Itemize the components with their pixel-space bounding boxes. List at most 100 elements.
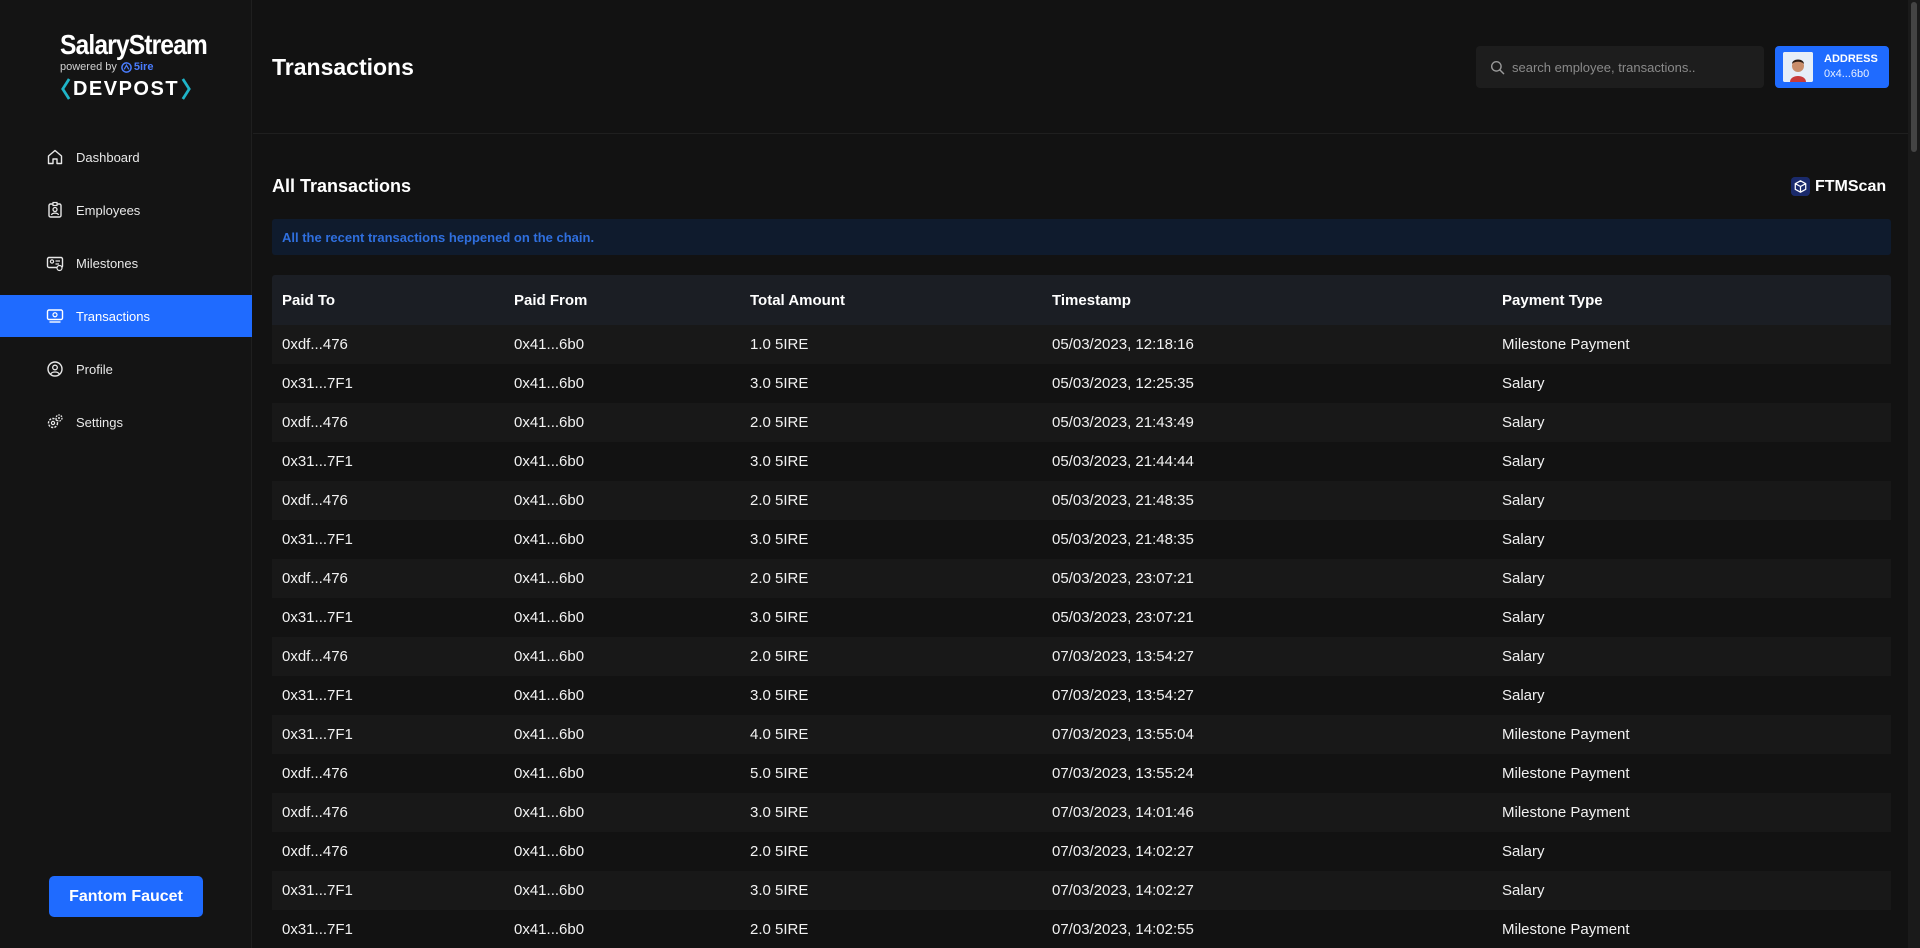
page-scrollbar[interactable] (1908, 0, 1920, 948)
table-row[interactable]: 0x31...7F1 0x41...6b0 3.0 5IRE 05/03/2023, … (272, 442, 1891, 481)
cell-total-amount: 2.0 5IRE (750, 648, 809, 665)
sidebar-item-transactions[interactable]: Transactions (0, 295, 252, 337)
table-row[interactable]: 0xdf...476 0x41...6b0 2.0 5IRE 07/03/2023, … (272, 637, 1891, 676)
address-label: ADDRESS (1824, 53, 1878, 65)
cell-paid-to: 0x31...7F1 (282, 609, 353, 626)
cell-paid-to: 0x31...7F1 (282, 531, 353, 548)
sidebar-nav: Dashboard Employees Milestones Transacti… (0, 136, 252, 454)
table-row[interactable]: 0xdf...476 0x41...6b0 1.0 5IRE 05/03/2023, … (272, 325, 1891, 364)
cell-paid-to: 0xdf...476 (282, 804, 348, 821)
column-header-total-amount[interactable]: Total Amount (740, 292, 1042, 309)
fantom-faucet-button[interactable]: Fantom Faucet (49, 876, 203, 917)
table-row[interactable]: 0xdf...476 0x41...6b0 2.0 5IRE 05/03/2023, … (272, 559, 1891, 598)
table-row[interactable]: 0x31...7F1 0x41...6b0 3.0 5IRE 07/03/2023, … (272, 871, 1891, 910)
column-header-timestamp[interactable]: Timestamp (1042, 292, 1492, 309)
sidebar-item-label: Settings (76, 414, 123, 430)
table-body: 0xdf...476 0x41...6b0 1.0 5IRE 05/03/2023, … (272, 325, 1891, 948)
cell-paid-from: 0x41...6b0 (514, 726, 585, 743)
sidebar-item-label: Profile (76, 361, 113, 377)
cell-paid-to: 0xdf...476 (282, 336, 348, 353)
cell-timestamp: 07/03/2023, 13:55:04 (1052, 726, 1194, 743)
home-icon (47, 149, 63, 165)
column-header-paid-from[interactable]: Paid From (504, 292, 740, 309)
milestone-card-icon (46, 256, 64, 272)
cell-payment-type: Milestone Payment (1502, 336, 1630, 353)
powered-by-label: powered by (60, 61, 117, 73)
search-icon (1490, 60, 1505, 74)
cell-paid-from: 0x41...6b0 (514, 336, 585, 353)
section-title: All Transactions (272, 176, 412, 196)
cell-paid-to: 0xdf...476 (282, 843, 348, 860)
cell-total-amount: 2.0 5IRE (750, 414, 809, 431)
cell-timestamp: 07/03/2023, 14:02:55 (1052, 921, 1194, 938)
scrollbar-thumb[interactable] (1911, 2, 1917, 152)
sidebar-item-label: Milestones (76, 255, 139, 271)
table-row[interactable]: 0xdf...476 0x41...6b0 2.0 5IRE 07/03/2023, … (272, 832, 1891, 871)
employee-badge-icon (48, 201, 62, 218)
cell-paid-to: 0xdf...476 (282, 492, 348, 509)
cell-paid-to: 0xdf...476 (282, 648, 348, 665)
devpost-word: DEVPOST (72, 78, 180, 100)
cell-timestamp: 05/03/2023, 21:43:49 (1052, 414, 1194, 431)
table-row[interactable]: 0x31...7F1 0x41...6b0 2.0 5IRE 07/03/2023, … (272, 910, 1891, 948)
cell-paid-to: 0x31...7F1 (282, 687, 353, 704)
cell-total-amount: 3.0 5IRE (750, 453, 809, 470)
cell-timestamp: 05/03/2023, 12:25:35 (1052, 375, 1194, 392)
cell-paid-from: 0x41...6b0 (514, 687, 585, 704)
cell-timestamp: 05/03/2023, 23:07:21 (1052, 570, 1194, 587)
sidebar-item-profile[interactable]: Profile (0, 348, 252, 390)
cell-total-amount: 2.0 5IRE (750, 570, 809, 587)
cell-payment-type: Salary (1502, 843, 1545, 860)
powered-by: powered by 5ire (60, 61, 192, 73)
address-text: ADDRESS 0x4...6b0 (1824, 52, 1878, 82)
brand-logo[interactable]: SalaryStream powered by 5ire DEVPOST (60, 30, 208, 101)
ftmscan-cube-icon (1791, 177, 1810, 196)
bracket-right-icon (181, 78, 191, 100)
cell-timestamp: 07/03/2023, 14:02:27 (1052, 882, 1194, 899)
table-header: Paid To Paid From Total Amount Timestamp… (272, 275, 1891, 325)
cell-timestamp: 05/03/2023, 23:07:21 (1052, 609, 1194, 626)
table-row[interactable]: 0x31...7F1 0x41...6b0 4.0 5IRE 07/03/2023, … (272, 715, 1891, 754)
column-header-paid-to[interactable]: Paid To (272, 292, 504, 309)
sidebar-item-milestones[interactable]: Milestones (0, 242, 252, 284)
cell-total-amount: 5.0 5IRE (750, 765, 809, 782)
cell-total-amount: 3.0 5IRE (750, 687, 809, 704)
page-title: Transactions (272, 54, 414, 80)
bracket-left-icon (61, 78, 71, 100)
sidebar-item-settings[interactable]: Settings (0, 401, 252, 443)
cell-timestamp: 07/03/2023, 13:54:27 (1052, 648, 1194, 665)
search-box[interactable] (1476, 46, 1764, 88)
table-row[interactable]: 0xdf...476 0x41...6b0 3.0 5IRE 07/03/2023, … (272, 793, 1891, 832)
cell-total-amount: 1.0 5IRE (750, 336, 809, 353)
avatar (1783, 52, 1813, 82)
cell-paid-from: 0x41...6b0 (514, 882, 585, 899)
cell-timestamp: 05/03/2023, 21:48:35 (1052, 531, 1194, 548)
table-row[interactable]: 0xdf...476 0x41...6b0 5.0 5IRE 07/03/2023, … (272, 754, 1891, 793)
chain-name: 5ire (133, 61, 154, 73)
cell-payment-type: Milestone Payment (1502, 921, 1630, 938)
cell-paid-from: 0x41...6b0 (514, 531, 585, 548)
column-header-payment-type[interactable]: Payment Type (1492, 292, 1891, 309)
sidebar-item-employees[interactable]: Employees (0, 189, 252, 231)
table-row[interactable]: 0x31...7F1 0x41...6b0 3.0 5IRE 05/03/2023, … (272, 598, 1891, 637)
table-row[interactable]: 0xdf...476 0x41...6b0 2.0 5IRE 05/03/2023, … (272, 403, 1891, 442)
devpost-logo: DEVPOST (60, 77, 192, 101)
cell-timestamp: 05/03/2023, 12:18:16 (1052, 336, 1194, 353)
table-row[interactable]: 0x31...7F1 0x41...6b0 3.0 5IRE 05/03/2023, … (272, 520, 1891, 559)
table-row[interactable]: 0xdf...476 0x41...6b0 2.0 5IRE 05/03/2023, … (272, 481, 1891, 520)
cell-payment-type: Salary (1502, 882, 1545, 899)
wallet-address-button[interactable]: ADDRESS 0x4...6b0 (1775, 46, 1889, 88)
sidebar-item-dashboard[interactable]: Dashboard (0, 136, 252, 178)
cell-timestamp: 07/03/2023, 13:54:27 (1052, 687, 1194, 704)
profile-icon (47, 361, 63, 377)
cell-paid-from: 0x41...6b0 (514, 843, 585, 860)
table-row[interactable]: 0x31...7F1 0x41...6b0 3.0 5IRE 07/03/2023, … (272, 676, 1891, 715)
ftmscan-link[interactable]: FTMScan (1791, 177, 1886, 196)
cell-payment-type: Milestone Payment (1502, 765, 1630, 782)
chain-logo-icon (121, 61, 132, 73)
sidebar-item-label: Dashboard (76, 149, 140, 165)
table-row[interactable]: 0x31...7F1 0x41...6b0 3.0 5IRE 05/03/2023, … (272, 364, 1891, 403)
search-input[interactable] (1512, 59, 1742, 75)
cell-total-amount: 3.0 5IRE (750, 531, 809, 548)
cell-payment-type: Salary (1502, 687, 1545, 704)
